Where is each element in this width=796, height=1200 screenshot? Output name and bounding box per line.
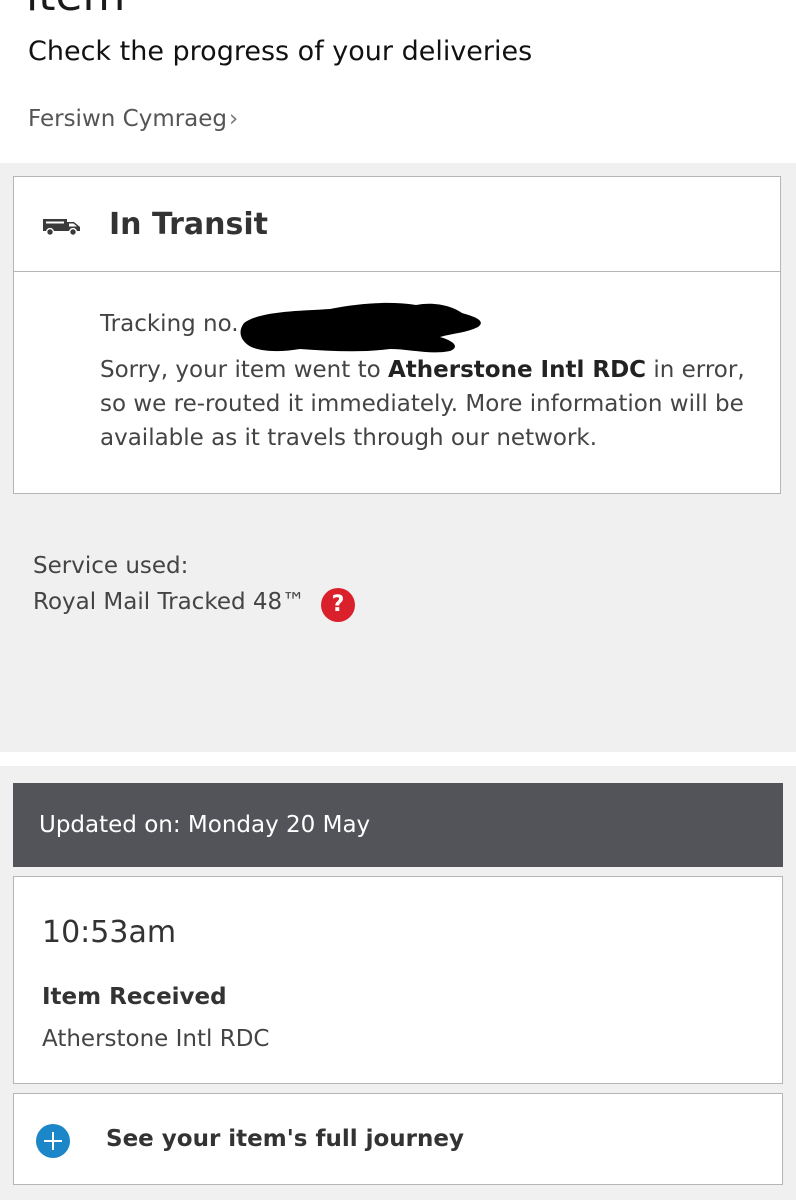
status-message: Sorry, your item went to Atherstone Intl…: [100, 353, 760, 455]
help-icon[interactable]: ?: [321, 588, 355, 622]
full-journey-button[interactable]: See your item's full journey: [13, 1093, 783, 1185]
tracking-event: 10:53am Item Received Atherstone Intl RD…: [13, 876, 783, 1084]
chevron-right-icon: ›: [229, 106, 239, 132]
tracking-number-redaction: [240, 302, 481, 353]
updated-date: Updated on: Monday 20 May: [39, 812, 371, 838]
event-title: Item Received: [42, 984, 227, 1010]
event-time: 10:53am: [42, 915, 177, 950]
status-title: In Transit: [109, 207, 269, 242]
full-journey-label: See your item's full journey: [106, 1126, 464, 1152]
updated-bar: Updated on: Monday 20 May: [13, 783, 783, 867]
status-message-location: Atherstone Intl RDC: [387, 357, 647, 383]
status-section: In Transit Tracking no. Sorry, your item…: [0, 163, 796, 752]
page-header: item Check the progress of your deliveri…: [0, 0, 796, 163]
page-title: item: [26, 0, 125, 20]
welsh-version-link[interactable]: Fersiwn Cymraeg›: [28, 102, 238, 136]
plus-icon: [36, 1124, 70, 1158]
updates-section: Updated on: Monday 20 May 10:53am Item R…: [0, 752, 796, 1200]
status-card: In Transit Tracking no. Sorry, your item…: [13, 176, 781, 494]
status-message-text: Sorry, your item went to: [100, 357, 388, 383]
page-subtitle: Check the progress of your deliveries: [28, 36, 533, 67]
tracking-number-label: Tracking no.: [100, 311, 239, 337]
status-header: In Transit: [14, 177, 780, 272]
van-icon: [43, 219, 80, 237]
event-location: Atherstone Intl RDC: [42, 1026, 270, 1052]
service-label: Service used:: [33, 553, 189, 579]
welsh-version-label: Fersiwn Cymraeg: [28, 106, 228, 132]
service-name: Royal Mail Tracked 48™: [33, 589, 306, 615]
